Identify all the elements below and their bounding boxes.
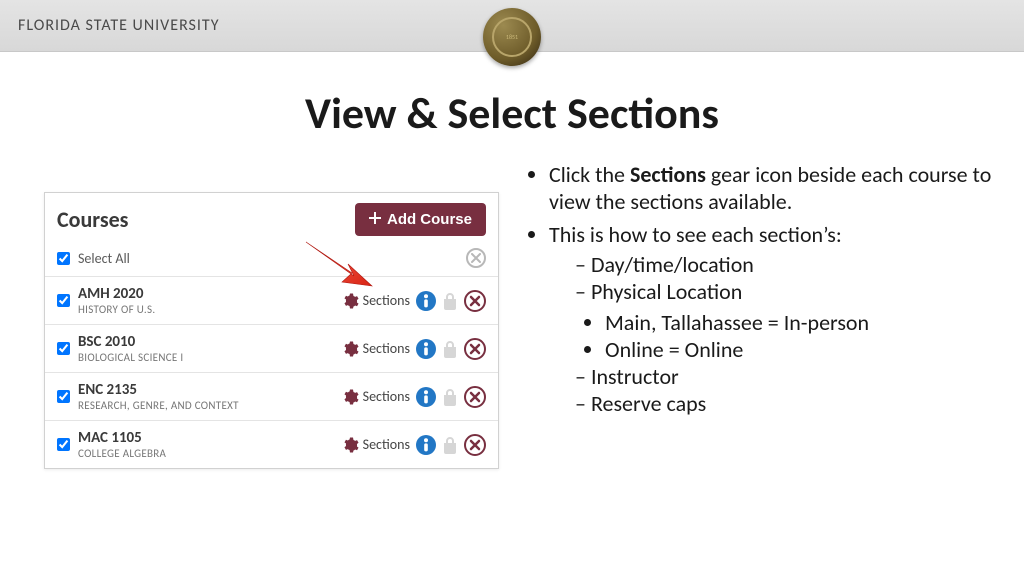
course-desc: BIOLOGICAL SCIENCE I (78, 351, 333, 364)
instruction-sub-item: Instructor (575, 364, 996, 391)
add-course-label: Add Course (387, 211, 472, 228)
course-info: BSC 2010BIOLOGICAL SCIENCE I (78, 333, 333, 364)
clear-all-icon[interactable] (466, 248, 486, 268)
lock-icon (442, 436, 458, 454)
gear-icon (341, 340, 359, 358)
course-code: ENC 2135 (78, 381, 333, 399)
course-desc: RESEARCH, GENRE, AND CONTEXT (78, 399, 333, 412)
sections-button[interactable]: Sections (341, 388, 410, 406)
sections-label: Sections (363, 436, 410, 453)
course-code: MAC 1105 (78, 429, 333, 447)
course-row: ENC 2135RESEARCH, GENRE, AND CONTEXT Sect… (45, 372, 498, 420)
course-code: BSC 2010 (78, 333, 333, 351)
page-title: View & Select Sections (0, 86, 1024, 140)
gear-icon (341, 388, 359, 406)
course-row: MAC 1105COLLEGE ALGEBRA Sections (45, 420, 498, 468)
instruction-sub-item: Physical Location Main, Tallahassee = In… (575, 279, 996, 363)
course-info: AMH 2020HISTORY OF U.S. (78, 285, 333, 316)
courses-panel: Courses Add Course Select All AMH 2020HI… (44, 192, 499, 469)
remove-course-icon[interactable] (464, 386, 486, 408)
select-all-row: Select All (45, 244, 498, 276)
course-checkbox[interactable] (57, 438, 70, 451)
sections-button[interactable]: Sections (341, 436, 410, 454)
instructions: Click the Sections gear icon beside each… (521, 162, 996, 469)
course-info: MAC 1105COLLEGE ALGEBRA (78, 429, 333, 460)
course-checkbox[interactable] (57, 342, 70, 355)
instruction-item: Click the Sections gear icon beside each… (549, 162, 996, 216)
select-all-label: Select All (78, 250, 130, 267)
sections-label: Sections (363, 340, 410, 357)
add-course-button[interactable]: Add Course (355, 203, 486, 236)
plus-icon (369, 211, 381, 228)
course-desc: COLLEGE ALGEBRA (78, 447, 333, 460)
instruction-sub-item: Reserve caps (575, 391, 996, 418)
sections-button[interactable]: Sections (341, 292, 410, 310)
fsu-seal-icon: 1851 (483, 8, 541, 66)
instruction-sub-sub-item: Online = Online (605, 337, 996, 364)
course-info: ENC 2135RESEARCH, GENRE, AND CONTEXT (78, 381, 333, 412)
sections-label: Sections (363, 292, 410, 309)
university-name: FLORIDA STATE UNIVERSITY (18, 16, 220, 35)
lock-icon (442, 388, 458, 406)
instruction-sub-sub-item: Main, Tallahassee = In-person (605, 310, 996, 337)
info-icon[interactable] (416, 291, 436, 311)
course-checkbox[interactable] (57, 294, 70, 307)
top-bar: FLORIDA STATE UNIVERSITY 1851 (0, 0, 1024, 52)
courses-title: Courses (57, 206, 128, 233)
info-icon[interactable] (416, 339, 436, 359)
info-icon[interactable] (416, 435, 436, 455)
course-row: AMH 2020HISTORY OF U.S. Sections (45, 276, 498, 324)
remove-course-icon[interactable] (464, 434, 486, 456)
sections-label: Sections (363, 388, 410, 405)
gear-icon (341, 292, 359, 310)
info-icon[interactable] (416, 387, 436, 407)
gear-icon (341, 436, 359, 454)
course-checkbox[interactable] (57, 390, 70, 403)
remove-course-icon[interactable] (464, 338, 486, 360)
course-row: BSC 2010BIOLOGICAL SCIENCE I Sections (45, 324, 498, 372)
lock-icon (442, 340, 458, 358)
remove-course-icon[interactable] (464, 290, 486, 312)
select-all-checkbox[interactable] (57, 252, 70, 265)
course-code: AMH 2020 (78, 285, 333, 303)
instruction-sub-item: Day/time/location (575, 252, 996, 279)
lock-icon (442, 292, 458, 310)
course-desc: HISTORY OF U.S. (78, 303, 333, 316)
instruction-item: This is how to see each section’s: Day/t… (549, 222, 996, 418)
sections-button[interactable]: Sections (341, 340, 410, 358)
